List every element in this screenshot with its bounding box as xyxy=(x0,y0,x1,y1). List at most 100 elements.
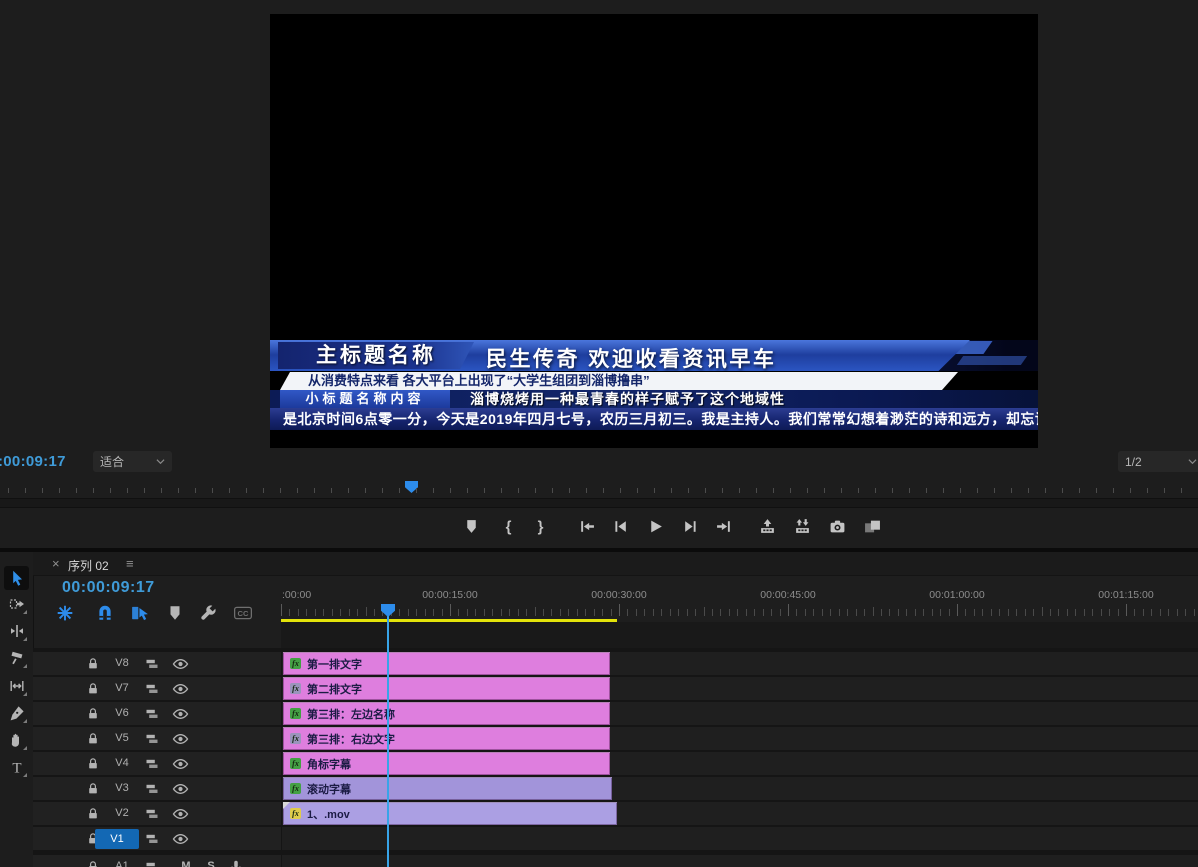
track-name-v3[interactable]: V3 xyxy=(102,782,142,794)
step-back-button[interactable] xyxy=(609,515,631,537)
monitor-ruler-tick xyxy=(960,488,961,493)
microphone-icon[interactable] xyxy=(229,860,243,867)
slip-tool[interactable] xyxy=(4,674,29,698)
track-name-v8[interactable]: V8 xyxy=(102,657,142,669)
monitor-ruler-tick xyxy=(433,488,434,493)
track-name-v5[interactable]: V5 xyxy=(102,732,142,744)
monitor-ruler-tick xyxy=(926,488,927,493)
lock-icon[interactable] xyxy=(86,860,100,867)
sync-lock-icon[interactable] xyxy=(145,782,159,796)
clip-v6[interactable]: fx第三排：左边名称 xyxy=(283,702,610,725)
sync-lock-icon[interactable] xyxy=(145,732,159,746)
ruler-tick xyxy=(627,609,628,616)
ruler-tick xyxy=(737,609,738,616)
export-frame-button[interactable] xyxy=(826,515,848,537)
ruler-tick xyxy=(1160,609,1161,616)
sync-lock-icon[interactable] xyxy=(145,807,159,821)
toggle-track-output-icon[interactable] xyxy=(172,733,189,745)
clip-label: 1、.mov xyxy=(307,806,350,822)
track-lane-v5: fx第三排：右边文字 xyxy=(282,727,1198,750)
ruler-label: 00:00:15:00 xyxy=(422,589,477,601)
track-name-v7[interactable]: V7 xyxy=(102,682,142,694)
toggle-track-output-icon[interactable] xyxy=(172,783,189,795)
lock-icon[interactable] xyxy=(86,757,100,771)
zoom-level-select[interactable]: 适合 xyxy=(93,451,172,472)
clip-v5[interactable]: fx第三排：右边文字 xyxy=(283,727,610,750)
svg-text:T: T xyxy=(12,761,21,776)
track-name-v1[interactable]: V1 xyxy=(95,829,139,849)
toggle-track-output-icon[interactable] xyxy=(172,758,189,770)
ruler-tick xyxy=(1033,609,1034,616)
play-button[interactable] xyxy=(644,515,666,537)
toggle-track-output-icon[interactable] xyxy=(172,708,189,720)
sync-lock-icon[interactable] xyxy=(145,860,159,867)
pen-tool[interactable] xyxy=(4,701,29,725)
razor-tool[interactable] xyxy=(4,646,29,670)
mark-in-button[interactable]: { xyxy=(497,515,519,537)
monitor-ruler-tick xyxy=(501,488,502,493)
extract-button[interactable] xyxy=(791,515,813,537)
track-header-v3: V3 xyxy=(33,777,281,800)
ruler-tick xyxy=(822,609,823,616)
monitor-mini-ruler[interactable] xyxy=(0,479,1198,497)
ruler-tick xyxy=(796,609,797,616)
mark-out-button[interactable]: } xyxy=(529,515,551,537)
monitor-ruler-tick xyxy=(110,488,111,493)
lock-icon[interactable] xyxy=(86,657,100,671)
sync-lock-icon[interactable] xyxy=(145,832,159,846)
monitor-scroll-area[interactable] xyxy=(0,498,1198,508)
playback-resolution-select[interactable]: 1/2 xyxy=(1118,451,1198,472)
clip-v3[interactable]: fx滚动字幕 xyxy=(283,777,612,800)
clip-v4[interactable]: fx角标字幕 xyxy=(283,752,610,775)
toggle-track-output-icon[interactable] xyxy=(172,808,189,820)
sync-lock-icon[interactable] xyxy=(145,757,159,771)
track-name-v4[interactable]: V4 xyxy=(102,757,142,769)
ruler-tick xyxy=(1168,609,1169,616)
track-name-v2[interactable]: V2 xyxy=(102,807,142,819)
lock-icon[interactable] xyxy=(86,707,100,721)
track-name-a1[interactable]: A1 xyxy=(102,860,142,867)
sync-lock-icon[interactable] xyxy=(145,707,159,721)
mute-button[interactable]: M xyxy=(178,859,194,867)
step-forward-button[interactable] xyxy=(679,515,701,537)
comparison-view-button[interactable] xyxy=(861,515,883,537)
lift-button[interactable] xyxy=(756,515,778,537)
toggle-track-output-icon[interactable] xyxy=(172,833,189,845)
go-to-out-button[interactable] xyxy=(713,515,735,537)
toggle-track-output-icon[interactable] xyxy=(172,683,189,695)
hand-tool[interactable] xyxy=(4,728,29,752)
add-marker-button[interactable] xyxy=(460,515,482,537)
monitor-ruler-tick xyxy=(484,488,485,493)
clip-v2[interactable]: fx1、.mov xyxy=(283,802,617,825)
clip-label: 滚动字幕 xyxy=(307,781,351,797)
solo-button[interactable]: S xyxy=(203,859,219,867)
monitor-ruler-tick xyxy=(858,488,859,493)
track-name-v6[interactable]: V6 xyxy=(102,707,142,719)
ruler-tick xyxy=(729,609,730,616)
sync-lock-icon[interactable] xyxy=(145,657,159,671)
timeline-ruler[interactable]: :00:0000:00:15:0000:00:30:0000:00:45:000… xyxy=(0,552,1198,622)
monitor-ruler-tick xyxy=(195,488,196,493)
ruler-tick xyxy=(763,609,764,616)
lock-icon[interactable] xyxy=(86,782,100,796)
track-header-v5: V5 xyxy=(33,727,281,750)
ruler-tick xyxy=(923,609,924,616)
type-tool[interactable]: T xyxy=(4,755,29,779)
monitor-ruler-tick xyxy=(756,488,757,493)
playhead-line xyxy=(387,604,389,867)
toggle-track-output-icon[interactable] xyxy=(172,658,189,670)
clip-v7[interactable]: fx第二排文字 xyxy=(283,677,610,700)
clip-v8[interactable]: fx第一排文字 xyxy=(283,652,610,675)
media-start-notch-icon xyxy=(283,802,290,809)
lock-icon[interactable] xyxy=(86,732,100,746)
ruler-tick xyxy=(332,609,333,616)
ruler-tick xyxy=(399,609,400,616)
ruler-tick xyxy=(915,609,916,616)
lock-icon[interactable] xyxy=(86,807,100,821)
chevron-down-icon xyxy=(1188,459,1197,465)
lock-icon[interactable] xyxy=(86,682,100,696)
ruler-label: 00:00:45:00 xyxy=(760,589,815,601)
lower-third-ticker: 是北京时间6点零一分，今天是2019年四月七号，农历三月初三。我是主持人。我们常… xyxy=(270,408,1038,430)
sync-lock-icon[interactable] xyxy=(145,682,159,696)
go-to-in-button[interactable] xyxy=(575,515,597,537)
